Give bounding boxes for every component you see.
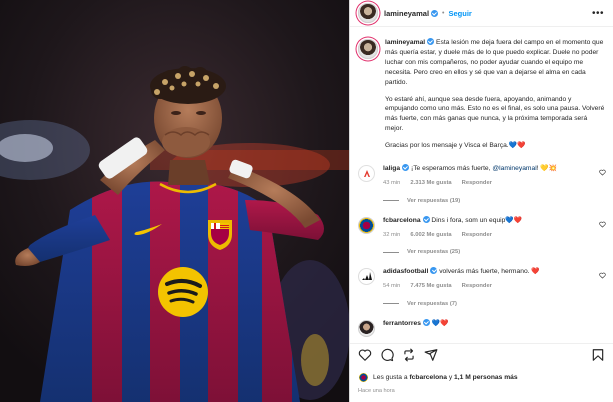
heart-icon[interactable] [599, 169, 606, 176]
post-photo[interactable] [0, 0, 349, 402]
like-heart-icon[interactable] [358, 348, 372, 362]
comment-text: laliga ¡Te esperamos más fuerte, @lamine… [383, 164, 558, 173]
laliga-logo [363, 169, 370, 177]
replies-line [383, 303, 399, 305]
player-image [0, 0, 349, 402]
caption-paragraph-1: lamineyamal Esta lesión me deja fuera de… [385, 38, 604, 86]
verified-icon [430, 267, 438, 275]
view-replies-button[interactable]: Ver respuestas (7) [383, 301, 613, 307]
liker-avatar [358, 372, 369, 383]
comment-icon[interactable] [380, 348, 394, 362]
comment-meta: 54 min 7.475 Me gusta Responder [383, 282, 595, 290]
avatar[interactable] [358, 165, 375, 183]
comment-meta: 32 min 6.002 Me gusta Responder [383, 231, 595, 239]
comment-username[interactable]: ferrantorres [383, 320, 421, 327]
caption-paragraph-3: Gracias por los mensaje y Visca el Barça… [385, 142, 526, 150]
more-options-icon[interactable]: ••• [592, 8, 604, 19]
comment-text: adidasfootball volverás más fuerte, herm… [383, 267, 540, 276]
avatar[interactable] [358, 319, 375, 337]
verified-icon [422, 215, 430, 223]
comment-item: ferrantorres 💙❤️ [350, 318, 613, 337]
avatar[interactable] [358, 39, 378, 59]
share-icon[interactable] [424, 348, 438, 362]
replies-line [383, 251, 399, 253]
likes-user[interactable]: fcbarcelona [409, 374, 447, 381]
comment-likes[interactable]: 6.002 Me gusta [410, 231, 451, 239]
view-replies-button[interactable]: Ver respuestas (19) [383, 198, 613, 204]
verified-icon [427, 38, 435, 45]
comment-time: 54 min [383, 283, 401, 290]
comment-item: adidasfootball volverás más fuerte, herm… [350, 267, 613, 290]
post-side-panel: lamineyamal • Seguir ••• lamineyamal Est… [349, 0, 613, 402]
comment-item: laliga ¡Te esperamos más fuerte, @lamine… [350, 164, 613, 187]
comment-text: ferrantorres 💙❤️ [383, 318, 449, 327]
adidas-logo [362, 272, 372, 281]
repost-icon[interactable] [402, 348, 416, 362]
post-author-username[interactable]: lamineyamal [384, 9, 429, 18]
likes-summary[interactable]: Les gusta a fcbarcelona y 1,1 M personas… [358, 372, 518, 383]
mention-link[interactable]: @lamineyamal [492, 165, 536, 172]
post-caption: lamineyamal Esta lesión me deja fuera de… [350, 28, 613, 158]
comment-username[interactable]: laliga [383, 165, 400, 172]
heart-icon[interactable] [599, 272, 606, 279]
view-replies-button[interactable]: Ver respuestas (25) [383, 249, 613, 255]
comment-likes[interactable]: 2.313 Me gusta [410, 179, 451, 187]
post-header: lamineyamal • Seguir ••• [350, 0, 613, 27]
comment-meta: 43 min 2.313 Me gusta Responder [383, 179, 595, 187]
avatar[interactable] [358, 216, 375, 234]
spotify-logo [158, 267, 208, 317]
caption-paragraph-2: Yo estaré ahí, aunque sea desde fuera, a… [385, 95, 605, 133]
replies-line [383, 200, 399, 202]
reply-button[interactable]: Responder [462, 179, 492, 187]
comment-time: 43 min [383, 180, 401, 187]
avatar[interactable] [358, 3, 378, 23]
comment-item: fcbarcelona Dins i fora, som un equip💙❤️… [350, 215, 613, 239]
verified-icon [431, 9, 439, 17]
avatar[interactable] [358, 268, 375, 286]
comment-username[interactable]: adidasfootball [383, 268, 428, 275]
reply-button[interactable]: Responder [462, 231, 492, 239]
verified-icon [422, 318, 430, 326]
save-bookmark-icon[interactable] [591, 348, 605, 362]
comment-text: fcbarcelona Dins i fora, som un equip💙❤️ [383, 215, 523, 224]
verified-icon [402, 164, 410, 172]
comment-time: 32 min [383, 231, 401, 238]
comments-scroll-area[interactable]: lamineyamal Esta lesión me deja fuera de… [350, 28, 613, 343]
likes-count[interactable]: 1,1 M personas más [454, 374, 518, 381]
heart-icon[interactable] [599, 221, 606, 228]
comment-likes[interactable]: 7.475 Me gusta [410, 282, 451, 290]
comment-username[interactable]: fcbarcelona [383, 217, 421, 224]
post-time-ago: Hace una hora [358, 388, 395, 394]
caption-username[interactable]: lamineyamal [385, 39, 425, 46]
post-actions-bar [350, 343, 613, 365]
separator-dot: • [442, 9, 445, 17]
follow-button[interactable]: Seguir [448, 9, 471, 18]
reply-button[interactable]: Responder [462, 282, 492, 290]
